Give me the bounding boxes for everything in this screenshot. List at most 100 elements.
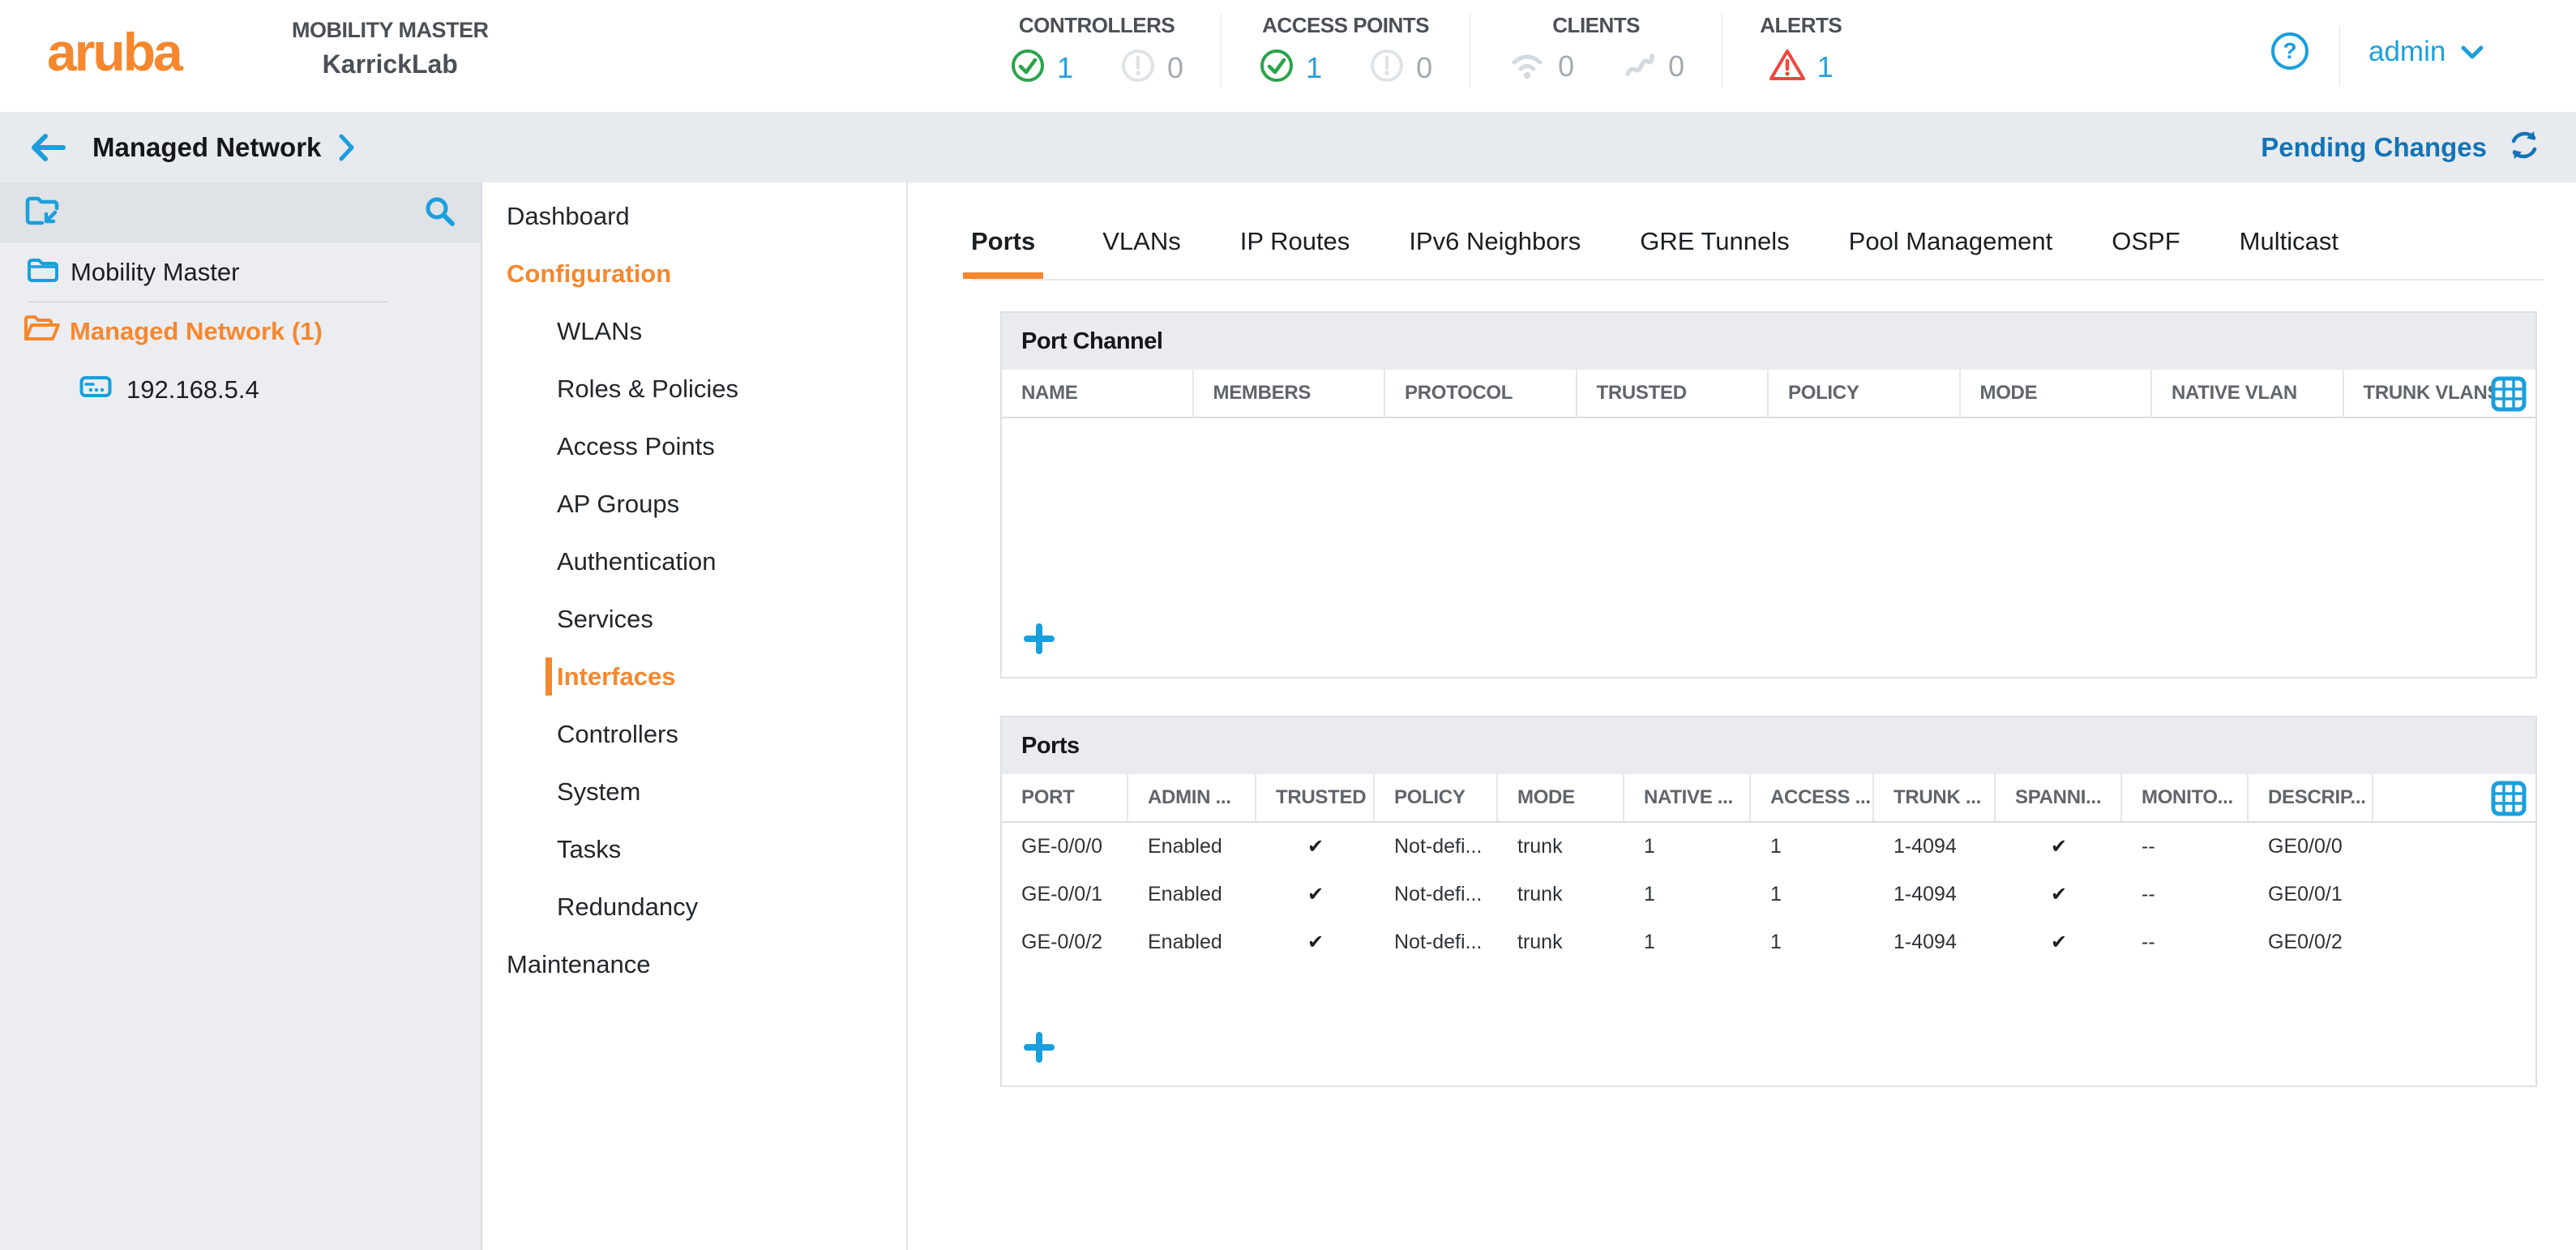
nav-item-access-points[interactable]: Access Points <box>482 417 906 475</box>
column-header-port: PORT <box>1002 774 1128 821</box>
cell-access-vlan: 1 <box>1751 918 1874 966</box>
column-header-admin-state: ADMIN ... <box>1128 774 1256 821</box>
product-block: MOBILITY MASTER KarrickLab <box>292 18 489 79</box>
cell-description: GE0/0/2 <box>2249 918 2373 966</box>
tree-item-label: Mobility Master <box>71 258 239 287</box>
cell-description: GE0/0/1 <box>2249 871 2373 918</box>
tab-vlans[interactable]: VLANs <box>1102 227 1180 279</box>
cell-mode: trunk <box>1498 871 1624 918</box>
column-header-trunk-vlans: TRUNK ... <box>1874 774 1996 821</box>
alerts-stat[interactable]: ALERTS 1 <box>1722 13 1879 88</box>
tree-item-label: 192.168.5.4 <box>126 375 259 405</box>
nav-item-interfaces[interactable]: Interfaces <box>482 648 906 705</box>
nav-item-services[interactable]: Services <box>482 590 906 648</box>
chevron-down-icon <box>2460 36 2484 68</box>
ports-empty-space <box>1002 966 2535 1018</box>
tree-item-controller-192-168-5-4[interactable]: 192.168.5.4 <box>0 361 481 419</box>
nav-item-system[interactable]: System <box>482 763 906 820</box>
tree-item-managed-network[interactable]: Managed Network (1) <box>0 302 481 361</box>
tab-gre-tunnels[interactable]: GRE Tunnels <box>1640 227 1789 279</box>
tab-ip-routes[interactable]: IP Routes <box>1240 227 1350 279</box>
access-points-label: ACCESS POINTS <box>1262 13 1429 38</box>
controllers-stat[interactable]: CONTROLLERS 1 0 <box>1010 13 1222 88</box>
ports-add-row <box>1002 1018 2535 1085</box>
pending-changes-button[interactable]: Pending Changes <box>2261 132 2487 163</box>
nav-item-wlans[interactable]: WLANs <box>482 302 906 360</box>
tab-ipv6-neighbors[interactable]: IPv6 Neighbors <box>1409 227 1581 279</box>
column-header-trusted: TRUSTED <box>1256 774 1375 821</box>
nav-item-redundancy[interactable]: Redundancy <box>482 878 906 935</box>
breadcrumb-bar: Managed Network Pending Changes <box>0 112 2576 182</box>
ports-header-row: PORT ADMIN ... TRUSTED POLICY MODE NATIV… <box>1002 774 2535 823</box>
column-header-spanning-tree: SPANNI... <box>1996 774 2122 821</box>
cell-spanning-tree-check: ✔ <box>1996 918 2122 966</box>
sync-icon[interactable] <box>2506 127 2542 167</box>
controllers-down-count: 0 <box>1167 51 1183 85</box>
controllers-up-count: 1 <box>1057 51 1073 85</box>
column-header-mode: MODE <box>1498 774 1624 821</box>
column-header-native-vlan: NATIVE VLAN <box>2152 370 2344 417</box>
add-port-channel-button[interactable] <box>1023 623 1055 659</box>
nav-item-ap-groups[interactable]: AP Groups <box>482 475 906 533</box>
cell-trusted-check: ✔ <box>1256 918 1375 966</box>
tab-pool-management[interactable]: Pool Management <box>1849 227 2053 279</box>
user-menu[interactable]: admin <box>2368 36 2484 68</box>
column-header-native-vlan: NATIVE ... <box>1624 774 1751 821</box>
table-row-ge-0-0-2[interactable]: GE-0/0/2 Enabled ✔ Not-defi... trunk 1 1… <box>1002 918 2535 966</box>
nav-item-maintenance[interactable]: Maintenance <box>482 935 906 993</box>
access-points-stat[interactable]: ACCESS POINTS 1 0 <box>1222 13 1470 88</box>
cell-policy: Not-defi... <box>1375 871 1498 918</box>
tree-item-mobility-master[interactable]: Mobility Master <box>0 243 481 302</box>
cell-spanning-tree-check: ✔ <box>1996 823 2122 871</box>
nav-item-authentication[interactable]: Authentication <box>482 533 906 590</box>
cell-description: GE0/0/0 <box>2249 823 2373 871</box>
controller-icon <box>79 375 112 405</box>
add-port-button[interactable] <box>1023 1031 1055 1068</box>
clients-label: CLIENTS <box>1552 13 1640 38</box>
breadcrumb[interactable]: Managed Network <box>92 132 321 163</box>
cell-mode: trunk <box>1498 918 1624 966</box>
port-channel-title: Port Channel <box>1002 313 2535 370</box>
column-header-mode: MODE <box>1961 370 2153 417</box>
cell-trusted-check: ✔ <box>1256 871 1375 918</box>
nav-item-configuration[interactable]: Configuration <box>482 245 906 302</box>
column-header-trusted: TRUSTED <box>1577 370 1769 417</box>
access-points-down-count: 0 <box>1416 51 1432 85</box>
content-area: Ports VLANs IP Routes IPv6 Neighbors GRE… <box>908 182 2576 1250</box>
cell-trunk-vlans: 1-4094 <box>1874 918 1996 966</box>
nav-item-tasks[interactable]: Tasks <box>482 820 906 878</box>
help-icon[interactable]: ? <box>2271 32 2309 70</box>
table-settings-icon[interactable] <box>2490 780 2527 821</box>
wifi-icon <box>1508 48 1547 84</box>
cell-trunk-vlans: 1-4094 <box>1874 823 1996 871</box>
search-icon[interactable] <box>422 194 456 232</box>
cell-policy: Not-defi... <box>1375 823 1498 871</box>
ports-title: Ports <box>1002 717 2535 774</box>
nav-item-dashboard[interactable]: Dashboard <box>482 187 906 245</box>
column-header-name: NAME <box>1002 370 1194 417</box>
alert-circle-icon <box>1369 48 1405 88</box>
tab-ospf[interactable]: OSPF <box>2112 227 2180 279</box>
tab-multicast[interactable]: Multicast <box>2240 227 2339 279</box>
header-divider <box>2339 26 2340 86</box>
wired-clients-count: 0 <box>1668 49 1684 83</box>
cell-monitoring: -- <box>2122 871 2249 918</box>
folder-select-icon[interactable] <box>24 192 62 233</box>
warning-triangle-icon <box>1769 48 1806 86</box>
cell-access-vlan: 1 <box>1751 823 1874 871</box>
column-header-description: DESCRIP... <box>2249 774 2373 821</box>
clients-stat[interactable]: CLIENTS 0 0 <box>1470 13 1722 88</box>
table-settings-icon[interactable] <box>2490 375 2527 417</box>
table-row-ge-0-0-1[interactable]: GE-0/0/1 Enabled ✔ Not-defi... trunk 1 1… <box>1002 871 2535 918</box>
table-row-ge-0-0-0[interactable]: GE-0/0/0 Enabled ✔ Not-defi... trunk 1 1… <box>1002 823 2535 871</box>
tab-ports[interactable]: Ports <box>963 227 1043 279</box>
controllers-label: CONTROLLERS <box>1019 13 1175 38</box>
port-channel-header-row: NAME MEMBERS PROTOCOL TRUSTED POLICY MOD… <box>1002 370 2535 418</box>
back-arrow-icon[interactable] <box>29 130 66 165</box>
cell-blank <box>2373 871 2535 918</box>
nav-item-roles-policies[interactable]: Roles & Policies <box>482 360 906 417</box>
wired-clients-icon <box>1621 48 1657 84</box>
chevron-right-icon[interactable] <box>337 131 357 164</box>
tree-item-label: Managed Network (1) <box>70 317 323 346</box>
nav-item-controllers[interactable]: Controllers <box>482 705 906 763</box>
